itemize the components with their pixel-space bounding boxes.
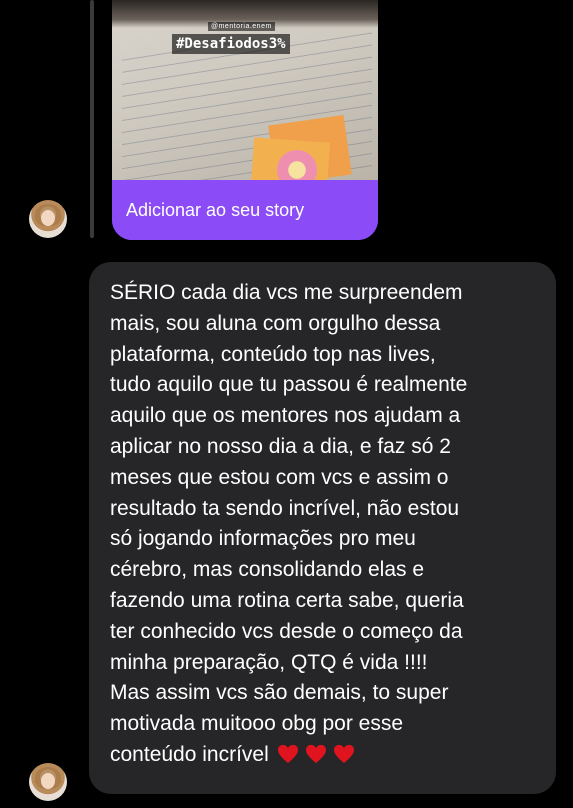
sender-avatar[interactable]: [29, 200, 67, 238]
message-line: mais, sou aluna com orgulho dessa: [110, 311, 441, 335]
message-line: plataforma, conteúdo top nas lives,: [110, 342, 436, 366]
message-line: Mas assim vcs são demais, to super: [110, 681, 449, 705]
story-thumbnail[interactable]: @mentoria.enem #Desafiodos3%: [112, 0, 378, 180]
add-to-story-button[interactable]: Adicionar ao seu story: [112, 180, 378, 240]
message-line: motivada muitooo obg por esse: [110, 712, 404, 736]
message-line: tudo aquilo que tu passou é realmente: [110, 373, 468, 397]
red-heart-icon: [305, 744, 326, 764]
add-to-story-label: Adicionar ao seu story: [126, 199, 305, 220]
avatar-face: [41, 210, 55, 226]
red-heart-icon: [333, 744, 354, 764]
message-line: aplicar no nosso dia a dia, e faz só 2: [110, 434, 451, 458]
message-line: aquilo que os mentores nos ajudam a: [110, 404, 461, 428]
heart-emoji-group: [277, 740, 361, 771]
story-handle: @mentoria.enem: [208, 22, 275, 31]
message-line: conteúdo incrível: [110, 742, 269, 766]
message-line: resultado ta sendo incrível, não estou: [110, 496, 460, 520]
message-line: SÉRIO cada dia vcs me surpreendem: [110, 281, 463, 304]
message-line: meses que estou com vcs e assim o: [110, 465, 449, 489]
message-line: minha preparação, QTQ é vida !!!!: [110, 650, 428, 674]
reply-indicator-bar: [90, 0, 94, 238]
message-last-line: conteúdo incrível: [110, 740, 542, 771]
story-hashtag: #Desafiodos3%: [172, 34, 290, 54]
sender-avatar[interactable]: [29, 763, 67, 801]
message-bubble[interactable]: SÉRIO cada dia vcs me surpreendem mais, …: [89, 262, 556, 794]
message-line: ter conhecido vcs desde o começo da: [110, 619, 463, 643]
message-line: cérebro, mas consolidando elas e: [110, 558, 425, 582]
shared-story-card[interactable]: @mentoria.enem #Desafiodos3% Adicionar a…: [112, 0, 378, 240]
message-line: só jogando informações pro meu: [110, 527, 416, 551]
message-line: fazendo uma rotina certa sabe, queria: [110, 588, 464, 612]
avatar-face: [41, 773, 55, 789]
red-heart-icon: [277, 744, 298, 764]
